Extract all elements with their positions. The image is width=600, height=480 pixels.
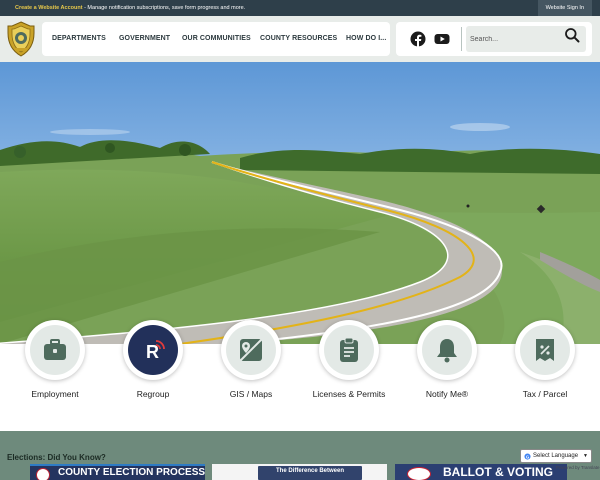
- quick-link-employment[interactable]: Employment: [15, 320, 95, 420]
- create-account-link[interactable]: Create a Website Account: [15, 5, 83, 11]
- quick-link-label: Regroup: [136, 389, 170, 399]
- quick-link-label: GIS / Maps: [229, 389, 273, 399]
- search-icon[interactable]: [564, 27, 580, 43]
- quick-link-icon-bg: [324, 325, 374, 375]
- regroup-logo-icon: R: [146, 340, 165, 362]
- clipboard-icon: [340, 337, 358, 362]
- quick-link-circle: [417, 320, 477, 380]
- banner-title: COUNTY ELECTION PROCESS: [58, 467, 205, 478]
- elections-heading: Elections: Did You Know?: [7, 453, 106, 462]
- facebook-icon[interactable]: [410, 31, 426, 47]
- quick-link-notify-me[interactable]: Notify Me®: [407, 320, 487, 420]
- seal-icon: [7, 21, 35, 57]
- quick-link-label: Licenses & Permits: [312, 389, 386, 399]
- rural-road-landscape: [0, 62, 600, 344]
- main-navigation: DEPARTMENTS GOVERNMENT OUR COMMUNITIES C…: [42, 22, 390, 56]
- election-banner-ballot-voting[interactable]: BALLOT & VOTING: [395, 464, 567, 480]
- nav-how-do-i[interactable]: HOW DO I...: [346, 22, 386, 56]
- nav-our-communities[interactable]: OUR COMMUNITIES: [182, 22, 251, 56]
- briefcase-icon: [44, 339, 66, 360]
- search-input[interactable]: [470, 31, 550, 47]
- hero-image: [0, 62, 600, 344]
- powered-by-translate: Powered by Translate: [556, 465, 600, 470]
- quick-links: Employment R Regroup GIS / Maps Licenses…: [0, 320, 600, 431]
- quick-link-tax-parcel[interactable]: Tax / Parcel: [505, 320, 585, 420]
- elections-section: Elections: Did You Know? COUNTY ELECTION…: [0, 431, 600, 480]
- bell-icon: [437, 339, 457, 363]
- quick-link-circle: [25, 320, 85, 380]
- language-select[interactable]: G Select Language ▼: [520, 449, 592, 463]
- quick-link-regroup[interactable]: R Regroup: [113, 320, 193, 420]
- nav-departments[interactable]: DEPARTMENTS: [52, 22, 106, 56]
- social-search-box: [396, 22, 592, 56]
- county-seal-icon: [36, 468, 50, 480]
- svg-text:G: G: [526, 454, 530, 459]
- nav-county-resources[interactable]: COUNTY RESOURCES: [260, 22, 337, 56]
- nav-government[interactable]: GOVERNMENT: [119, 22, 170, 56]
- quick-link-label: Employment: [31, 389, 79, 399]
- quick-link-icon-bg: [422, 325, 472, 375]
- quick-link-circle: R: [123, 320, 183, 380]
- quick-link-licenses-permits[interactable]: Licenses & Permits: [309, 320, 389, 420]
- utility-bar: Create a Website Account - Manage notifi…: [0, 0, 600, 16]
- quick-link-label: Tax / Parcel: [522, 389, 568, 399]
- banner-title: BALLOT & VOTING: [443, 465, 553, 479]
- quick-link-circle: [319, 320, 379, 380]
- quick-link-icon-bg: [226, 325, 276, 375]
- election-banner-county-process[interactable]: COUNTY ELECTION PROCESS: [30, 464, 205, 480]
- youtube-icon[interactable]: [434, 31, 450, 47]
- site-header: DEPARTMENTS GOVERNMENT OUR COMMUNITIES C…: [0, 16, 600, 62]
- sign-in-button[interactable]: Website Sign In: [537, 0, 592, 16]
- google-translate-icon: G: [524, 453, 531, 460]
- language-select-label: Select Language: [533, 453, 579, 459]
- vote-badge-icon: [407, 467, 431, 480]
- quick-link-icon-bg: [520, 325, 570, 375]
- banner-title: The Difference Between: [275, 468, 345, 474]
- account-notice: Create a Website Account - Manage notifi…: [15, 5, 245, 11]
- account-notice-text: - Manage notification subscriptions, sav…: [82, 5, 246, 11]
- election-banner-difference[interactable]: The Difference Between: [212, 464, 387, 480]
- chevron-down-icon: ▼: [583, 453, 588, 459]
- map-icon: [239, 338, 263, 362]
- quick-link-icon-bg: R: [128, 325, 178, 375]
- county-seal-logo[interactable]: [6, 21, 36, 57]
- quick-link-label: Notify Me®: [425, 389, 469, 399]
- quick-link-circle: [515, 320, 575, 380]
- header-divider: [461, 27, 462, 51]
- tax-tag-icon: [536, 339, 554, 361]
- quick-link-circle: [221, 320, 281, 380]
- quick-link-gis-maps[interactable]: GIS / Maps: [211, 320, 291, 420]
- quick-link-icon-bg: [30, 325, 80, 375]
